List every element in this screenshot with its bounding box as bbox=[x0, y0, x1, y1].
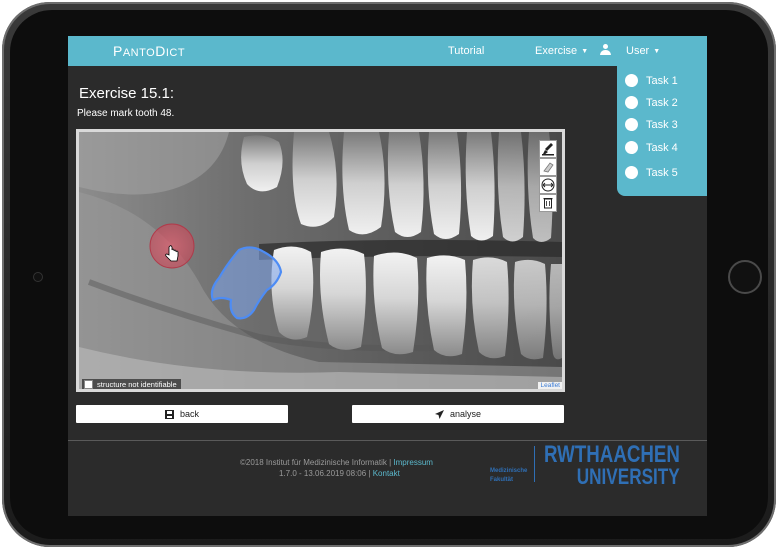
back-button[interactable]: back bbox=[76, 405, 288, 423]
xray-viewer-frame: structure not identifiable Leaflet bbox=[76, 129, 565, 392]
logo-divider bbox=[534, 446, 535, 482]
leaflet-attribution[interactable]: Leaflet bbox=[538, 382, 562, 389]
faculty-label-line1: Medizinische bbox=[490, 468, 528, 474]
home-button bbox=[728, 260, 762, 294]
top-navbar: PANTODICT Tutorial Exercise ▼ User ▼ bbox=[68, 36, 707, 66]
nav-exercise-dropdown[interactable]: Exercise ▼ bbox=[535, 45, 588, 57]
exercise-title: Exercise 15.1: bbox=[79, 85, 175, 102]
footer-version-line: 1.7.0 - 13.06.2019 08:06 | Kontakt bbox=[279, 469, 400, 478]
not-identifiable-checkbox[interactable] bbox=[84, 379, 93, 389]
user-icon bbox=[600, 44, 611, 56]
impressum-link[interactable]: Impressum bbox=[393, 458, 433, 467]
exercise-instruction: Please mark tooth 48. bbox=[77, 108, 175, 119]
caret-down-icon: ▼ bbox=[581, 47, 589, 55]
not-identifiable-label: structure not identifiable bbox=[97, 379, 177, 389]
camera-lens bbox=[33, 272, 43, 282]
radio-icon bbox=[625, 141, 638, 154]
nav-user-label: User bbox=[626, 45, 650, 57]
analyse-button[interactable]: analyse bbox=[352, 405, 564, 423]
rwth-aachen-logo: RWTHAACHEN UNIVERSITY bbox=[544, 443, 680, 489]
radio-icon bbox=[625, 166, 638, 179]
radio-icon bbox=[625, 118, 638, 131]
xray-map[interactable]: structure not identifiable Leaflet bbox=[79, 132, 562, 389]
task-dropdown-menu: Task 1 Task 2 Task 3 Task 4 Task 5 bbox=[617, 66, 707, 196]
panoramic-xray-image[interactable] bbox=[79, 132, 562, 389]
footer-copyright-line: ©2018 Institut für Medizinische Informat… bbox=[240, 458, 433, 467]
eraser-icon[interactable] bbox=[539, 158, 557, 176]
footer: ©2018 Institut für Medizinische Informat… bbox=[68, 441, 707, 516]
nav-user-dropdown[interactable]: User ▼ bbox=[626, 45, 660, 57]
brush-icon[interactable] bbox=[539, 140, 557, 158]
trash-icon[interactable] bbox=[539, 194, 557, 212]
radio-icon bbox=[625, 74, 638, 87]
rwth-logo-line2: UNIVERSITY bbox=[576, 463, 680, 489]
app-screen: PANTODICT Tutorial Exercise ▼ User ▼ Task … bbox=[68, 36, 707, 516]
nav-tutorial[interactable]: Tutorial bbox=[448, 45, 484, 57]
send-icon bbox=[434, 409, 444, 419]
not-identifiable-checkbox-row[interactable]: structure not identifiable bbox=[82, 379, 181, 389]
caret-down-icon: ▼ bbox=[653, 47, 661, 55]
faculty-label-line2: Fakultät bbox=[490, 477, 514, 483]
pan-icon[interactable] bbox=[539, 176, 557, 194]
radio-icon bbox=[625, 96, 638, 109]
nav-exercise-label: Exercise bbox=[535, 45, 578, 57]
brand-logo[interactable]: PANTODICT bbox=[113, 43, 185, 59]
save-icon bbox=[164, 409, 174, 419]
kontakt-link[interactable]: Kontakt bbox=[373, 469, 400, 478]
